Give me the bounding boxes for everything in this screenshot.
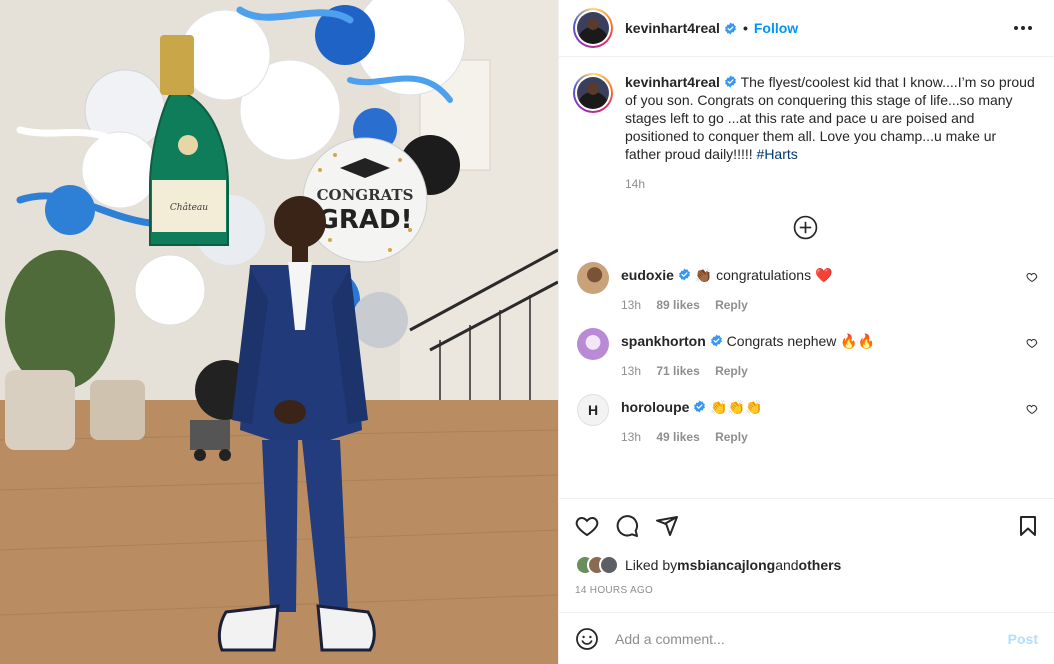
comment-likes[interactable]: 49 likes <box>656 430 699 444</box>
share-paper-plane-icon[interactable] <box>655 514 679 538</box>
svg-text:Château: Château <box>170 202 208 213</box>
more-options-icon[interactable] <box>1008 20 1038 36</box>
comment-item: spankhorton Congrats nephew 🔥🔥 13h 71 li… <box>573 328 1038 378</box>
comment-age[interactable]: 13h <box>621 298 641 312</box>
comment-body: 👏👏👏 <box>710 399 763 415</box>
comment-body: Congrats nephew 🔥🔥 <box>726 333 876 349</box>
liked-by-line: Liked by msbiancajlong and others <box>575 555 1040 575</box>
comment-item: H horoloupe 👏👏👏 13h 49 likes Reply <box>573 394 1038 444</box>
follow-button[interactable]: Follow <box>754 20 798 36</box>
load-more-comments <box>573 215 1038 240</box>
post-details-panel: kevinhart4real • Follow kevinhart4real T… <box>558 0 1054 664</box>
add-comment-input[interactable] <box>615 630 1008 647</box>
caption-author-avatar[interactable] <box>573 73 613 113</box>
post-actions: Liked by msbiancajlong and others 14 HOU… <box>559 498 1054 612</box>
commenter-username[interactable]: eudoxie <box>621 267 674 283</box>
comment-like-heart-icon[interactable] <box>1026 271 1038 283</box>
liked-by-middle: and <box>775 557 799 573</box>
comment-meta: 13h 89 likes Reply <box>621 298 1038 312</box>
caption-age[interactable]: 14h <box>625 177 645 191</box>
caption-meta: 14h <box>625 177 1035 191</box>
liked-by-prefix: Liked by <box>625 557 678 573</box>
verified-badge-icon <box>694 400 706 413</box>
commenter-username[interactable]: spankhorton <box>621 333 706 349</box>
commenter-avatar[interactable] <box>577 328 609 360</box>
comment-likes[interactable]: 89 likes <box>656 298 699 312</box>
comment-body: 👏🏾 congratulations ❤️ <box>694 267 833 283</box>
comment-age[interactable]: 13h <box>621 430 641 444</box>
verified-badge-icon <box>710 334 722 347</box>
caption-hashtag[interactable]: #Harts <box>757 146 798 162</box>
save-bookmark-icon[interactable] <box>1016 514 1040 538</box>
action-icons-row <box>575 513 1040 539</box>
post-comment-button[interactable]: Post <box>1008 631 1038 647</box>
separator-dot: • <box>742 20 748 36</box>
post-caption: kevinhart4real The flyest/coolest kid th… <box>573 73 1038 191</box>
like-heart-icon[interactable] <box>575 514 599 538</box>
commenter-username[interactable]: horoloupe <box>621 399 689 415</box>
post-header: kevinhart4real • Follow <box>559 0 1054 57</box>
comment-text-block: spankhorton Congrats nephew 🔥🔥 <box>621 328 1038 350</box>
comment-text-block: horoloupe 👏👏👏 <box>621 394 1038 416</box>
comment-like-heart-icon[interactable] <box>1026 337 1038 349</box>
author-avatar[interactable] <box>573 8 613 48</box>
comment-bubble-icon[interactable] <box>615 514 639 538</box>
comment-age[interactable]: 13h <box>621 364 641 378</box>
caption-username[interactable]: kevinhart4real <box>625 74 720 90</box>
comment-item: eudoxie 👏🏾 congratulations ❤️ 13h 89 lik… <box>573 262 1038 312</box>
instagram-post: CONGRATS GRAD! Château kevinhart4real • … <box>0 0 1054 664</box>
commenter-avatar[interactable] <box>577 262 609 294</box>
comment-likes[interactable]: 71 likes <box>656 364 699 378</box>
liked-by-others[interactable]: others <box>799 557 842 573</box>
svg-text:GRAD!: GRAD! <box>318 205 413 235</box>
emoji-smiley-icon[interactable] <box>575 627 599 651</box>
comment-meta: 13h 71 likes Reply <box>621 364 1038 378</box>
author-username[interactable]: kevinhart4real <box>625 20 720 36</box>
comment-reply-button[interactable]: Reply <box>715 298 748 312</box>
comments-section: kevinhart4real The flyest/coolest kid th… <box>559 57 1054 498</box>
add-comment-bar: Post <box>559 612 1054 664</box>
comment-text-block: eudoxie 👏🏾 congratulations ❤️ <box>621 262 1038 284</box>
comment-like-heart-icon[interactable] <box>1026 403 1038 415</box>
caption-text-block: kevinhart4real The flyest/coolest kid th… <box>625 73 1035 163</box>
load-more-plus-icon[interactable] <box>793 215 818 240</box>
post-photo[interactable]: CONGRATS GRAD! Château <box>0 0 558 664</box>
comment-reply-button[interactable]: Reply <box>715 364 748 378</box>
comment-meta: 13h 49 likes Reply <box>621 430 1038 444</box>
liked-by-avatars[interactable] <box>575 555 619 575</box>
svg-text:CONGRATS: CONGRATS <box>317 186 414 204</box>
liked-by-user[interactable]: msbiancajlong <box>677 557 775 573</box>
comment-reply-button[interactable]: Reply <box>715 430 748 444</box>
horoloupe-logo-icon: H <box>587 402 599 418</box>
verified-badge-icon <box>725 75 736 88</box>
graduation-photo-illustration: CONGRATS GRAD! Château <box>0 0 558 664</box>
commenter-avatar[interactable]: H <box>577 394 609 426</box>
verified-badge-icon <box>678 268 690 281</box>
verified-badge-icon <box>725 22 736 34</box>
post-timestamp[interactable]: 14 HOURS AGO <box>575 585 1040 596</box>
